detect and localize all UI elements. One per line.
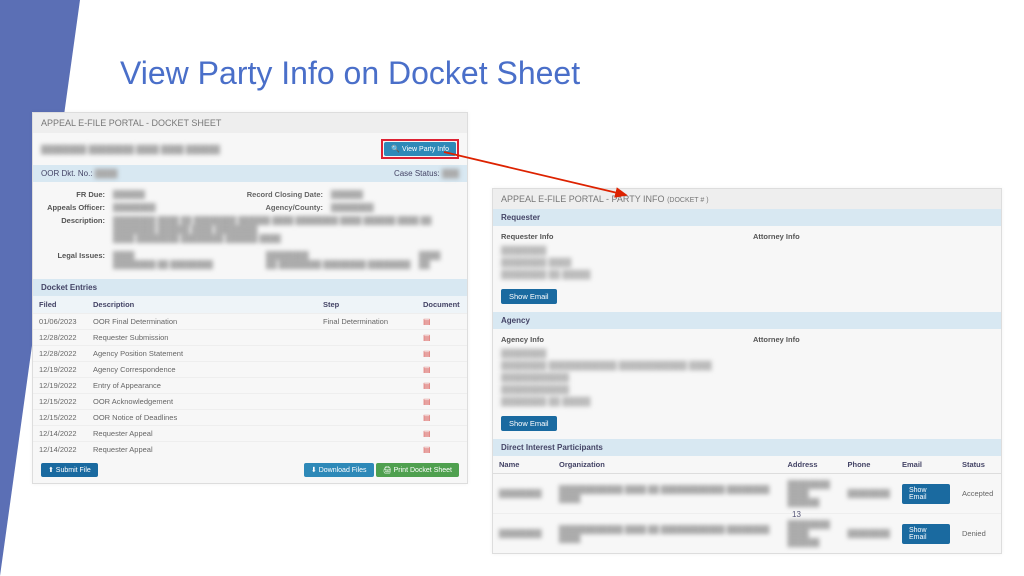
docket-sheet-header: APPEAL E-FILE PORTAL - DOCKET SHEET bbox=[33, 113, 467, 133]
dip-show-email-button[interactable]: Show Email bbox=[902, 484, 950, 504]
pdf-icon[interactable]: ▤ bbox=[423, 381, 431, 390]
docket-row: 12/19/2022Entry of Appearance▤ bbox=[33, 378, 467, 394]
dip-col-org: Organization bbox=[553, 456, 781, 474]
party-info-panel: APPEAL E-FILE PORTAL - PARTY INFO (DOCKE… bbox=[492, 188, 1002, 554]
pdf-icon[interactable]: ▤ bbox=[423, 445, 431, 454]
agency-info-label: Agency Info bbox=[501, 335, 741, 344]
appeals-officer-value: ████████ bbox=[113, 203, 241, 212]
col-document: Document bbox=[417, 296, 467, 314]
dip-col-email: Email bbox=[896, 456, 956, 474]
agency-county-label: Agency/County: bbox=[241, 203, 331, 212]
agency-show-email-button[interactable]: Show Email bbox=[501, 416, 557, 431]
party-info-header: APPEAL E-FILE PORTAL - PARTY INFO (DOCKE… bbox=[493, 189, 1001, 209]
description-value: ████████ ████ ██ ████████ ██████ ████ ██… bbox=[113, 216, 459, 243]
print-docket-button[interactable]: 🖨 Print Docket Sheet bbox=[376, 463, 459, 477]
dip-section-header: Direct Interest Participants bbox=[493, 439, 1001, 456]
requester-info-label: Requester Info bbox=[501, 232, 741, 241]
docket-row: 12/14/2022Requester Appeal▤ bbox=[33, 426, 467, 442]
appeals-officer-label: Appeals Officer: bbox=[41, 203, 113, 212]
view-party-info-highlight: 🔍 View Party Info bbox=[381, 139, 459, 159]
pdf-icon[interactable]: ▤ bbox=[423, 349, 431, 358]
agency-section-header: Agency bbox=[493, 312, 1001, 329]
case-status-value: ███ bbox=[442, 169, 459, 178]
agency-county-value: ████████ bbox=[331, 203, 459, 212]
requester-show-email-button[interactable]: Show Email bbox=[501, 289, 557, 304]
agency-attorney-label: Attorney Info bbox=[753, 335, 993, 344]
dip-col-address: Address bbox=[781, 456, 841, 474]
docket-number-value: ████ bbox=[95, 169, 118, 178]
docket-number-label: OOR Dkt. No.: bbox=[41, 169, 93, 178]
legal-issues-label: Legal Issues: bbox=[41, 251, 113, 269]
pdf-icon[interactable]: ▤ bbox=[423, 413, 431, 422]
fr-due-label: FR Due: bbox=[41, 190, 113, 199]
page-number: 13 bbox=[792, 510, 801, 519]
dip-row: ████████ ████████████ ████ ██ ██████████… bbox=[493, 514, 1001, 554]
pdf-icon[interactable]: ▤ bbox=[423, 317, 431, 326]
dip-col-name: Name bbox=[493, 456, 553, 474]
case-title-blurred: ████████ ████████ ████ ████ ██████ bbox=[41, 145, 220, 154]
docket-row: 01/06/2023OOR Final DeterminationFinal D… bbox=[33, 314, 467, 330]
docket-row: 12/15/2022OOR Acknowledgement▤ bbox=[33, 394, 467, 410]
pdf-icon[interactable]: ▤ bbox=[423, 365, 431, 374]
docket-row: 12/28/2022Requester Submission▤ bbox=[33, 330, 467, 346]
dip-col-phone: Phone bbox=[841, 456, 896, 474]
pdf-icon[interactable]: ▤ bbox=[423, 333, 431, 342]
docket-row: 12/28/2022Agency Position Statement▤ bbox=[33, 346, 467, 362]
record-closing-label: Record Closing Date: bbox=[241, 190, 331, 199]
col-step: Step bbox=[317, 296, 417, 314]
dip-show-email-button[interactable]: Show Email bbox=[902, 524, 950, 544]
pdf-icon[interactable]: ▤ bbox=[423, 429, 431, 438]
download-files-button[interactable]: ⬇ Download Files bbox=[304, 463, 374, 477]
fr-due-value: ██████ bbox=[113, 190, 241, 199]
requester-info-blurred: ████████████████ ████████████ ██ █████ bbox=[501, 245, 741, 281]
record-closing-value: ██████ bbox=[331, 190, 459, 199]
slide-title: View Party Info on Docket Sheet bbox=[120, 55, 580, 92]
view-party-info-button[interactable]: 🔍 View Party Info bbox=[384, 142, 456, 156]
case-status-label: Case Status: bbox=[394, 169, 440, 178]
pdf-icon[interactable]: ▤ bbox=[423, 397, 431, 406]
description-label: Description: bbox=[41, 216, 113, 243]
requester-section-header: Requester bbox=[493, 209, 1001, 226]
docket-number-bar: OOR Dkt. No.: ████ Case Status: ███ bbox=[33, 165, 467, 182]
docket-entries-header: Docket Entries bbox=[33, 279, 467, 296]
col-description: Description bbox=[87, 296, 317, 314]
submit-file-button[interactable]: ⬆ Submit File bbox=[41, 463, 98, 477]
dip-table: Name Organization Address Phone Email St… bbox=[493, 456, 1001, 553]
agency-info-blurred: ████████████████ ████████████ ██████████… bbox=[501, 348, 741, 408]
col-filed: Filed bbox=[33, 296, 87, 314]
docket-entries-table: Filed Description Step Document 01/06/20… bbox=[33, 296, 467, 457]
legal-issues-value: ████████████ ██ ████████ bbox=[113, 251, 266, 269]
case-info-grid: FR Due: ██████ Record Closing Date: ████… bbox=[33, 182, 467, 279]
docket-row: 12/15/2022OOR Notice of Deadlines▤ bbox=[33, 410, 467, 426]
docket-row: 12/14/2022Requester Appeal▤ bbox=[33, 442, 467, 458]
dip-row: ████████ ████████████ ████ ██ ██████████… bbox=[493, 474, 1001, 514]
docket-row: 12/19/2022Agency Correspondence▤ bbox=[33, 362, 467, 378]
requester-attorney-label: Attorney Info bbox=[753, 232, 993, 241]
docket-sheet-panel: APPEAL E-FILE PORTAL - DOCKET SHEET ████… bbox=[32, 112, 468, 484]
dip-col-status: Status bbox=[956, 456, 1001, 474]
docket-footer: ⬆ Submit File ⬇ Download Files 🖨 Print D… bbox=[33, 457, 467, 483]
